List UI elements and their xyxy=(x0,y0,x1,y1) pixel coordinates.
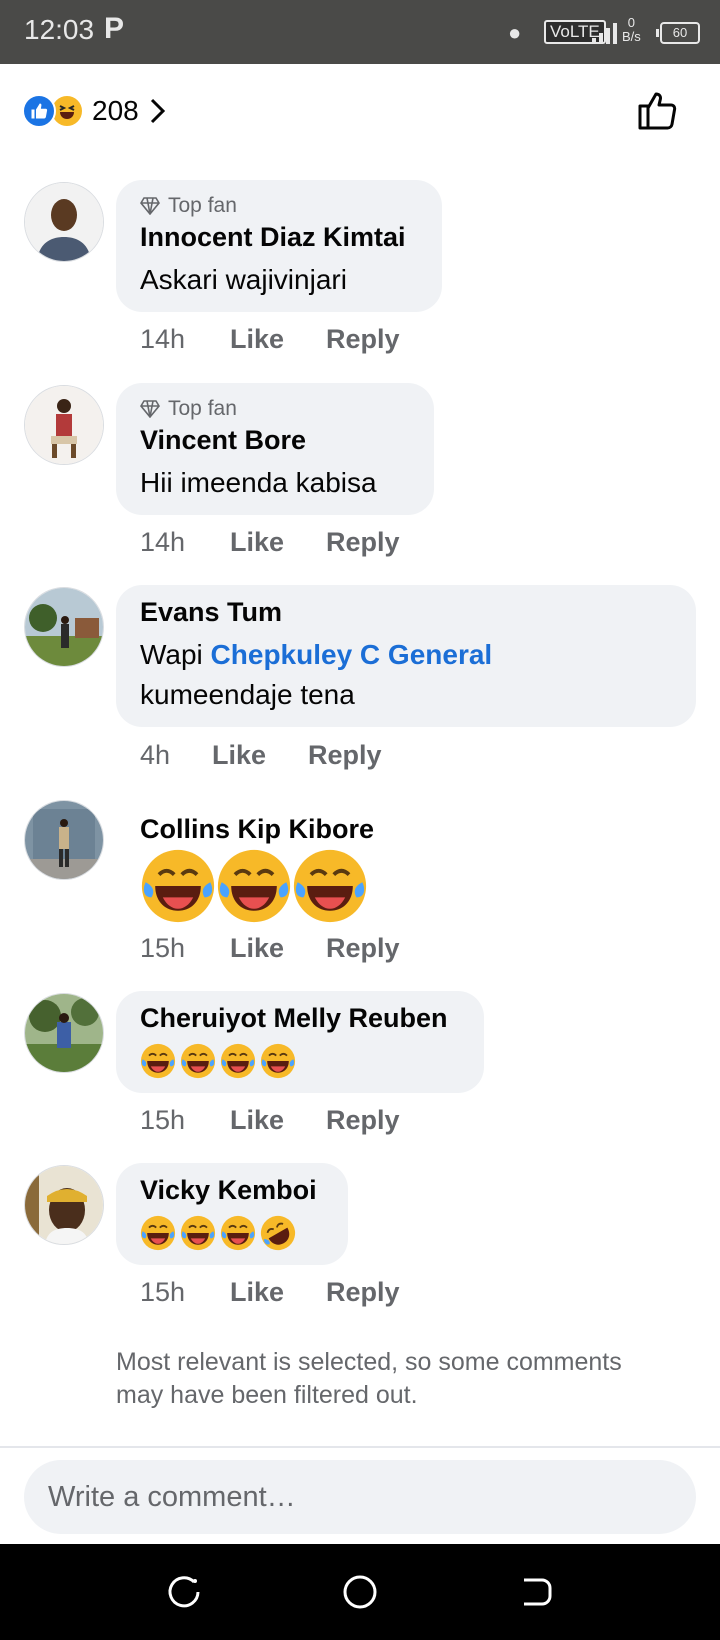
comment-time[interactable]: 15h xyxy=(140,1277,230,1308)
comment-text-prefix: Wapi xyxy=(140,639,203,670)
comment-time[interactable]: 14h xyxy=(140,324,230,355)
comment-time[interactable]: 15h xyxy=(140,1105,230,1136)
comment-like-button[interactable]: Like xyxy=(230,1277,326,1308)
status-time: 12:03 xyxy=(24,14,95,45)
comment-actions: 15h Like Reply xyxy=(140,933,400,964)
comment-bubble[interactable]: Top fan Vincent Bore Hii imeenda kabisa xyxy=(116,383,434,515)
signal-icon xyxy=(592,22,622,44)
emoji-row xyxy=(140,848,368,924)
comment-text: Askari wajivinjari xyxy=(140,264,347,295)
laughing-tears-emoji-icon xyxy=(293,849,367,923)
reaction-count: 208 xyxy=(92,95,139,126)
battery-icon: 60 xyxy=(656,22,700,44)
comment-author[interactable]: Collins Kip Kibore xyxy=(140,814,374,845)
filter-note: Most relevant is selected, so some comme… xyxy=(116,1348,622,1409)
comment-time[interactable]: 15h xyxy=(140,933,230,964)
laughing-tears-emoji-icon xyxy=(180,1215,216,1251)
comment-author[interactable]: Cheruiyot Melly Reuben xyxy=(140,1003,448,1034)
comment-actions: 15h Like Reply xyxy=(140,1105,400,1136)
comment-reply-button[interactable]: Reply xyxy=(326,933,400,964)
laughing-tears-emoji-icon xyxy=(220,1215,256,1251)
comment-reply-button[interactable]: Reply xyxy=(326,324,400,355)
comment-bubble[interactable]: Top fan Innocent Diaz Kimtai Askari waji… xyxy=(116,180,442,312)
comment-like-button[interactable]: Like xyxy=(230,527,326,558)
laughing-tears-emoji-icon xyxy=(220,1043,256,1079)
comment-reply-button[interactable]: Reply xyxy=(326,1105,400,1136)
home-icon[interactable] xyxy=(340,1572,380,1612)
comment-text: Hii imeenda kabisa xyxy=(140,467,377,498)
data-speed-value: 0 xyxy=(627,15,636,30)
notification-dot-icon: ● xyxy=(508,20,522,45)
comment-like-button[interactable]: Like xyxy=(230,933,326,964)
comment-bubble[interactable]: Collins Kip Kibore xyxy=(116,800,416,923)
divider xyxy=(0,1446,720,1448)
recent-apps-icon[interactable] xyxy=(164,1572,204,1612)
avatar[interactable] xyxy=(24,800,104,880)
laughing-tears-emoji-icon xyxy=(140,1215,176,1251)
laughing-tears-emoji-icon xyxy=(180,1043,216,1079)
reactions-summary[interactable]: 208 xyxy=(22,90,167,132)
emoji-row xyxy=(140,1215,296,1251)
comment-bubble[interactable]: Cheruiyot Melly Reuben xyxy=(116,991,484,1093)
comment-actions: 14h Like Reply xyxy=(140,527,400,558)
diamond-icon xyxy=(140,197,160,215)
avatar[interactable] xyxy=(24,385,104,465)
chevron-right-icon xyxy=(150,98,165,124)
avatar[interactable] xyxy=(24,993,104,1073)
app-notification-icon: P xyxy=(104,12,125,45)
avatar[interactable] xyxy=(24,1165,104,1245)
comment-actions: 4h Like Reply xyxy=(140,740,382,771)
comment-reply-button[interactable]: Reply xyxy=(308,740,382,771)
laughing-tears-emoji-icon xyxy=(140,1043,176,1079)
like-reaction-icon xyxy=(22,94,56,128)
comment-reply-button[interactable]: Reply xyxy=(326,527,400,558)
avatar[interactable] xyxy=(24,587,104,667)
emoji-row xyxy=(140,1043,296,1079)
comment-like-button[interactable]: Like xyxy=(230,324,326,355)
comment-like-button[interactable]: Like xyxy=(230,1105,326,1136)
comment-actions: 15h Like Reply xyxy=(140,1277,400,1308)
system-nav-bar xyxy=(0,1544,720,1640)
comment-text-line: kumeendaje tena xyxy=(140,679,355,710)
comment-bubble[interactable]: Vicky Kemboi xyxy=(116,1163,348,1265)
comment-bubble[interactable]: Evans Tum Wapi Chepkuley C General kumee… xyxy=(116,585,696,727)
top-fan-badge: Top fan xyxy=(140,397,237,421)
comment-time[interactable]: 4h xyxy=(140,740,212,771)
laughing-tears-emoji-icon xyxy=(260,1043,296,1079)
diamond-icon xyxy=(140,400,160,418)
laughing-tears-emoji-icon xyxy=(141,849,215,923)
status-bar: 12:03 P ● VoLTE 0 B/s 60 xyxy=(0,0,720,64)
back-icon[interactable] xyxy=(516,1572,556,1612)
avatar[interactable] xyxy=(24,182,104,262)
data-speed-unit: B/s xyxy=(622,29,641,44)
comment-author[interactable]: Evans Tum xyxy=(140,597,282,628)
comment-author[interactable]: Innocent Diaz Kimtai xyxy=(140,222,406,253)
data-speed: 0 B/s xyxy=(622,16,641,44)
comment-author[interactable]: Vicky Kemboi xyxy=(140,1175,317,1206)
comment-like-button[interactable]: Like xyxy=(212,740,308,771)
comment-time[interactable]: 14h xyxy=(140,527,230,558)
mention-link[interactable]: Chepkuley C General xyxy=(211,639,493,670)
comment-actions: 14h Like Reply xyxy=(140,324,400,355)
top-fan-label: Top fan xyxy=(168,397,237,420)
rolling-laughing-emoji-icon xyxy=(260,1215,296,1251)
laughing-tears-emoji-icon xyxy=(217,849,291,923)
like-post-icon[interactable] xyxy=(636,88,680,132)
comment-text: Wapi Chepkuley C General xyxy=(140,635,492,675)
top-fan-badge: Top fan xyxy=(140,194,237,218)
comment-input[interactable] xyxy=(24,1460,696,1534)
top-fan-label: Top fan xyxy=(168,194,237,217)
comment-reply-button[interactable]: Reply xyxy=(326,1277,400,1308)
comment-author[interactable]: Vincent Bore xyxy=(140,425,306,456)
